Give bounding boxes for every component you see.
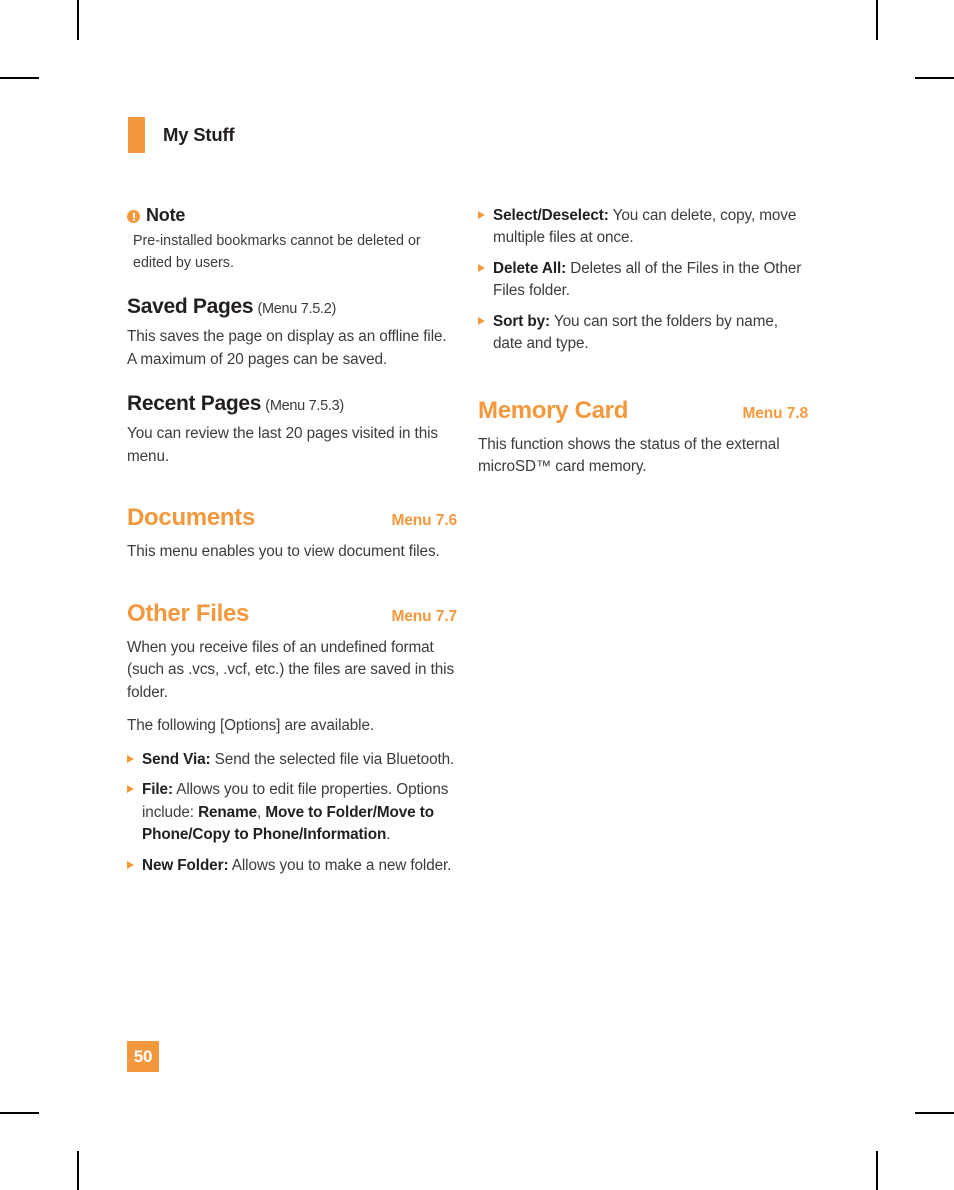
heading-saved-pages-ref: (Menu 7.5.2) <box>257 301 337 318</box>
exclamation-circle-icon <box>127 210 140 223</box>
heading-saved-pages: Saved Pages (Menu 7.5.2) <box>127 295 457 319</box>
triangle-bullet-icon <box>127 754 134 763</box>
running-head-accent-bar <box>128 117 145 153</box>
heading-recent-pages-ref: (Menu 7.5.3) <box>265 398 344 415</box>
option-tail: . <box>386 826 391 844</box>
option-label: Select/Deselect: <box>493 207 609 224</box>
heading-recent-pages-label: Recent Pages <box>127 392 262 416</box>
other-files-options-list: Send Via: Send the selected file via Blu… <box>127 749 457 877</box>
triangle-bullet-icon <box>478 316 485 325</box>
heading-memory-card-label: Memory Card <box>478 396 629 424</box>
option-label: New Folder: <box>142 856 229 874</box>
option-label: Delete All: <box>493 259 567 277</box>
heading-other-files-label: Other Files <box>127 599 250 627</box>
saved-pages-body: This saves the page on display as an off… <box>127 328 447 368</box>
note-heading: Note <box>127 205 457 226</box>
option-emphasis-1: Rename <box>198 803 257 821</box>
heading-memory-card: Memory Card Menu 7.8 <box>478 397 808 425</box>
list-item: Sort by: You can sort the folders by nam… <box>478 311 808 356</box>
note-title: Note <box>146 205 186 225</box>
heading-saved-pages-label: Saved Pages <box>127 295 254 319</box>
heading-recent-pages: Recent Pages (Menu 7.5.3) <box>127 392 457 416</box>
list-item: Send Via: Send the selected file via Blu… <box>127 749 457 771</box>
other-files-options-list-continued: Select/Deselect: You can delete, copy, m… <box>478 205 808 356</box>
option-label: File: <box>142 781 173 799</box>
option-text: Send the selected file via Bluetooth. <box>210 750 455 768</box>
other-files-body-1: When you receive files of an undefined f… <box>127 638 455 701</box>
page-number: 50 <box>127 1041 159 1072</box>
left-column: Note Pre-installed bookmarks cannot be d… <box>127 205 457 877</box>
note-block: Note Pre-installed bookmarks cannot be d… <box>127 205 457 274</box>
running-head: My Stuff <box>128 117 235 153</box>
recent-pages-body: You can review the last 20 pages visited… <box>127 425 438 465</box>
page-title: My Stuff <box>163 124 235 145</box>
list-item: New Folder: Allows you to make a new fol… <box>127 855 457 877</box>
option-text: Allows you to make a new folder. <box>228 856 452 874</box>
option-label: Sort by: <box>493 312 550 330</box>
heading-other-files: Other Files Menu 7.7 <box>127 600 457 628</box>
memory-card-body: This function shows the status of the ex… <box>478 435 780 476</box>
right-column: Select/Deselect: You can delete, copy, m… <box>478 205 808 479</box>
option-label: Send Via: <box>142 750 211 768</box>
heading-other-files-menuno: Menu 7.7 <box>391 607 457 625</box>
heading-documents-label: Documents <box>127 504 255 532</box>
triangle-bullet-icon <box>127 860 134 869</box>
note-body: Pre-installed bookmarks cannot be delete… <box>133 233 421 271</box>
list-item: File: Allows you to edit file properties… <box>127 779 457 846</box>
heading-documents-menuno: Menu 7.6 <box>391 512 457 530</box>
heading-documents: Documents Menu 7.6 <box>127 504 457 532</box>
list-item: Select/Deselect: You can delete, copy, m… <box>478 205 808 250</box>
triangle-bullet-icon <box>127 785 134 794</box>
triangle-bullet-icon <box>478 263 485 272</box>
documents-body: This menu enables you to view document f… <box>127 543 440 561</box>
other-files-body-2: The following [Options] are available. <box>127 717 375 735</box>
heading-memory-card-menuno: Menu 7.8 <box>742 404 808 422</box>
triangle-bullet-icon <box>478 211 485 219</box>
list-item: Delete All: Deletes all of the Files in … <box>478 258 808 303</box>
manual-page: My Stuff Note Pre-installed bookmarks ca… <box>0 0 954 1190</box>
